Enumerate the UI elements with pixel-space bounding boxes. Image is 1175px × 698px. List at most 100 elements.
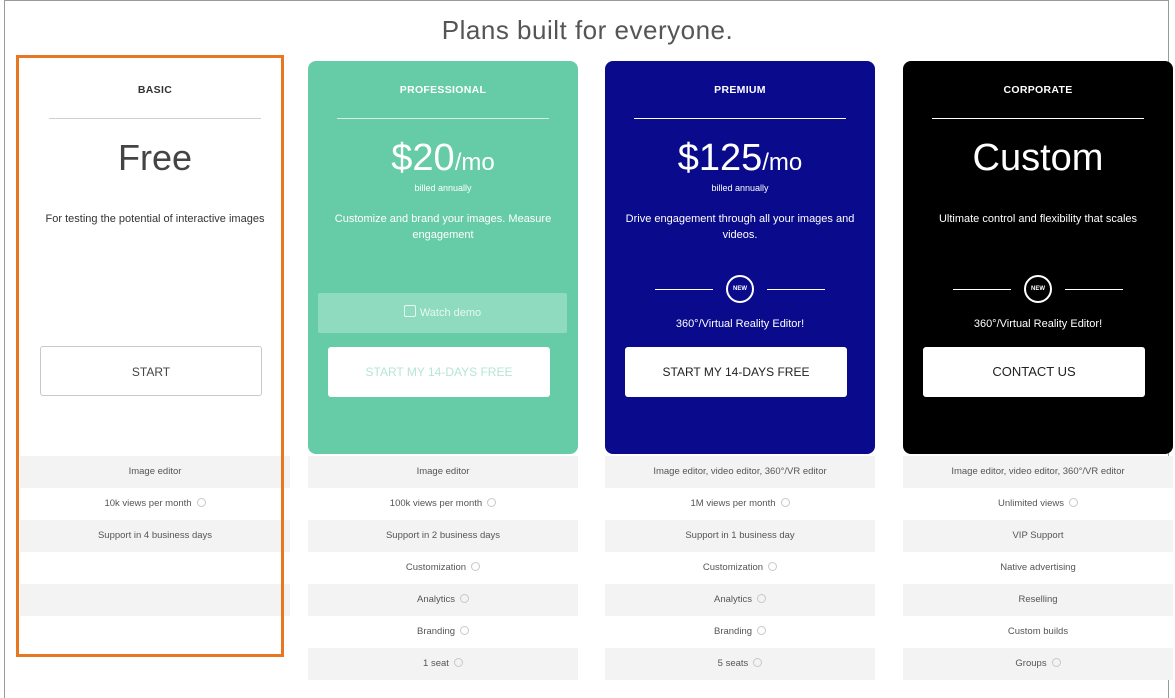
price-unit: /mo [454, 149, 495, 176]
divider [337, 118, 549, 119]
feature-row: Analytics [308, 584, 578, 616]
feature-label: Customization [405, 562, 467, 573]
plan-name: PREMIUM [714, 84, 766, 96]
plan-card-premium: PREMIUM $125/mo billed annually Drive en… [605, 61, 875, 454]
badge-line-right [1065, 289, 1123, 290]
feature-label: Native advertising [1000, 562, 1076, 573]
feature-label: Customization [702, 562, 764, 573]
feature-label: 1 seat [423, 658, 449, 669]
plan-price: $20/mo [308, 137, 578, 180]
feature-row: Analytics [605, 584, 875, 616]
billing-note: billed annually [711, 183, 769, 193]
new-badge-icon: NEW [726, 275, 754, 303]
plan-name: PROFESSIONAL [399, 84, 487, 96]
info-icon[interactable] [471, 562, 481, 571]
badge-line-left [655, 289, 713, 290]
feature-label: Image editor, video editor, 360°/VR edit… [653, 466, 827, 477]
feature-label: Branding [416, 626, 456, 637]
info-icon[interactable] [196, 498, 206, 507]
feature-label: Support in 4 business days [97, 530, 213, 541]
info-icon[interactable] [1069, 498, 1078, 507]
feature-row: Reselling [903, 584, 1173, 616]
info-icon[interactable] [1051, 658, 1061, 667]
feature-list-premium: Image editor, video editor, 360°/VR edit… [605, 456, 875, 680]
info-icon[interactable] [487, 498, 497, 507]
feature-row: Branding [605, 616, 875, 648]
new-badge-row: NEW [655, 275, 825, 303]
badge-line-left [953, 289, 1011, 290]
info-icon[interactable] [460, 626, 470, 635]
start-button[interactable]: START [40, 346, 262, 396]
badge-line-right [767, 289, 825, 290]
feature-row: 1M views per month [605, 488, 875, 520]
feature-row: Customization [308, 552, 578, 584]
info-icon[interactable] [757, 594, 766, 603]
info-icon[interactable] [757, 626, 767, 635]
new-badge-row: NEW [953, 275, 1123, 303]
contact-us-button[interactable]: CONTACT US [923, 347, 1145, 397]
feature-row: 1 seat [308, 648, 578, 680]
info-icon[interactable] [753, 658, 763, 667]
plan-description: Ultimate control and flexibility that sc… [938, 213, 1138, 225]
feature-row: Branding [308, 616, 578, 648]
watch-demo-label: Watch demo [419, 307, 482, 319]
feature-label: Branding [713, 626, 753, 637]
info-icon[interactable] [780, 498, 790, 507]
new-badge-icon: NEW [1024, 275, 1052, 303]
feature-label: Support in 1 business day [685, 530, 795, 541]
start-trial-button[interactable]: START MY 14-DAYS FREE [625, 347, 847, 397]
start-trial-button[interactable]: START MY 14-DAYS FREE [328, 347, 550, 397]
feature-label: Analytics [713, 594, 752, 605]
info-icon[interactable] [768, 562, 778, 571]
vr-editor-note: 360°/Virtual Reality Editor! [675, 318, 805, 330]
feature-row: VIP Support [903, 520, 1173, 552]
feature-label: Unlimited views [998, 498, 1064, 509]
feature-label: Groups [1015, 658, 1047, 669]
vr-editor-note: 360°/Virtual Reality Editor! [973, 318, 1103, 330]
plan-price: Custom [972, 137, 1104, 179]
feature-row: 5 seats [605, 648, 875, 680]
feature-row: 100k views per month [308, 488, 578, 520]
plan-name: CORPORATE [1003, 84, 1073, 96]
plan-card-professional: PROFESSIONAL $20/mo billed annually Cust… [308, 61, 578, 454]
feature-row: Support in 4 business days [20, 520, 290, 552]
plan-card-basic: BASIC Free For testing the potential of … [20, 61, 290, 454]
feature-row: Image editor, video editor, 360°/VR edit… [903, 456, 1173, 488]
feature-row: Image editor, video editor, 360°/VR edit… [605, 456, 875, 488]
feature-row: Unlimited views [903, 488, 1173, 520]
feature-row: 10k views per month [20, 488, 290, 520]
feature-label: Image editor, video editor, 360°/VR edit… [951, 466, 1125, 477]
price-amount: $20 [391, 137, 455, 179]
watch-demo-button[interactable]: Watch demo [318, 293, 567, 333]
feature-row: Groups [903, 648, 1173, 680]
plan-description: For testing the potential of interactive… [45, 213, 265, 225]
feature-list-professional: Image editor 100k views per month Support … [308, 456, 578, 680]
plan-name: BASIC [137, 84, 173, 96]
feature-row: Support in 1 business day [605, 520, 875, 552]
billing-note: billed annually [414, 183, 472, 193]
feature-label: 100k views per month [389, 498, 483, 509]
plan-card-corporate: CORPORATE Custom Ultimate control and fl… [903, 61, 1173, 454]
price-amount: $125 [677, 137, 763, 179]
feature-row [20, 616, 290, 648]
plan-price: $125/mo [605, 137, 875, 180]
play-icon [403, 305, 416, 317]
feature-label: 1M views per month [690, 498, 776, 509]
feature-row: Native advertising [903, 552, 1173, 584]
feature-label: Image editor [128, 466, 182, 477]
feature-label: Custom builds [1007, 626, 1069, 637]
feature-row: Custom builds [903, 616, 1173, 648]
divider [932, 118, 1144, 119]
feature-row: Customization [605, 552, 875, 584]
feature-row: Support in 2 business days [308, 520, 578, 552]
feature-label: VIP Support [1012, 530, 1064, 541]
feature-list-basic: Image editor 10k views per month Support i… [20, 456, 290, 648]
divider [634, 118, 846, 119]
price-unit: /mo [762, 149, 803, 176]
page-title: Plans built for everyone. [441, 15, 734, 45]
feature-list-corporate: Image editor, video editor, 360°/VR edit… [903, 456, 1173, 680]
feature-label: Support in 2 business days [385, 530, 501, 541]
info-icon[interactable] [453, 658, 463, 667]
info-icon[interactable] [460, 594, 469, 603]
feature-row [20, 552, 290, 584]
